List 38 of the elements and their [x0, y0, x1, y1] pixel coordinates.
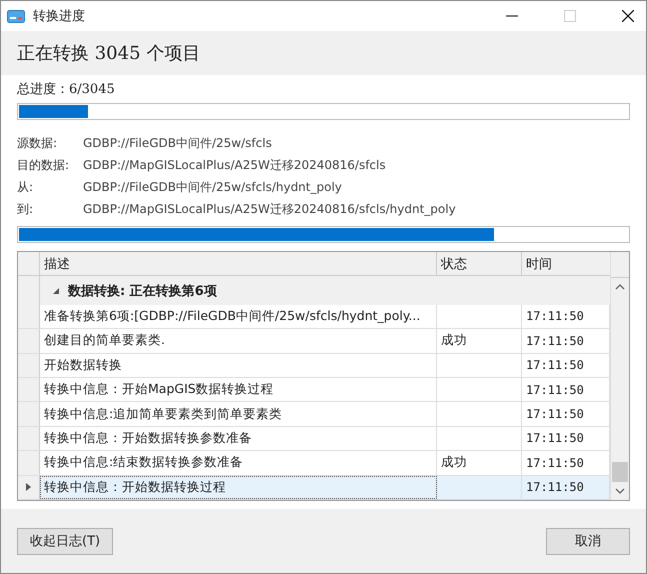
cancel-button[interactable]: 取消: [546, 528, 630, 554]
detail-value: GDBP://MapGISLocalPlus/A25W迁移20240816/sfcls: [83, 157, 386, 174]
table-cell[interactable]: 转换中信息：开始数据转换过程: [40, 476, 437, 499]
header-text: 正在转换 3045 个项目: [17, 42, 200, 65]
scroll-down-icon[interactable]: [615, 488, 625, 494]
detail-value: GDBP://FileGDB中间件/25w/sfcls: [83, 135, 272, 152]
group-label: 数据转换: 正在转换第6项: [68, 282, 217, 300]
table-cell[interactable]: 转换中信息:追加简单要素类到简单要素类: [40, 402, 437, 426]
table-cell[interactable]: 转换中信息：开始数据转换参数准备: [40, 426, 437, 450]
table-cell[interactable]: 创建目的简单要素类.: [40, 329, 437, 353]
table-cell[interactable]: 转换中信息:结束数据转换参数准备: [40, 451, 437, 475]
app-icon: [7, 8, 25, 24]
detail-label: 到:: [17, 201, 34, 218]
column-header[interactable]: 时间: [522, 252, 610, 276]
table-cell[interactable]: 转换中信息：开始MapGIS数据转换过程: [40, 378, 437, 402]
detail-label: 目的数据:: [17, 157, 70, 174]
table-cell[interactable]: 准备转换第6项:[GDBP://FileGDB中间件/25w/sfcls/hydnt_poly...: [40, 304, 437, 328]
maximize-icon[interactable]: [564, 10, 576, 22]
scroll-up-icon[interactable]: [615, 284, 625, 290]
detail-label: 从:: [17, 179, 34, 196]
row-pointer-icon: [26, 483, 31, 492]
row-header[interactable]: [18, 476, 40, 499]
close-icon[interactable]: [622, 10, 634, 22]
column-header[interactable]: 状态: [437, 252, 522, 276]
table-cell: 成功: [437, 329, 522, 353]
table-cell: 17:11:50: [522, 476, 610, 499]
total-progress-label: 总进度：6/3045: [17, 81, 116, 99]
detail-value: GDBP://FileGDB中间件/25w/sfcls/hydnt_poly: [83, 179, 342, 196]
table-cell[interactable]: 开始数据转换: [40, 354, 437, 377]
detail-label: 源数据:: [17, 135, 58, 152]
detail-value: GDBP://MapGISLocalPlus/A25W迁移20240816/sfcls/hydnt_poly: [83, 201, 456, 218]
scrollbar[interactable]: [610, 252, 629, 500]
column-header[interactable]: 描述: [40, 252, 437, 276]
scroll-thumb[interactable]: [612, 462, 628, 482]
expand-triangle-icon[interactable]: [52, 286, 60, 295]
window-title: 转换进度: [33, 8, 85, 25]
table-cell: 成功: [437, 451, 522, 475]
collapse-log-button[interactable]: 收起日志(T): [17, 528, 114, 554]
